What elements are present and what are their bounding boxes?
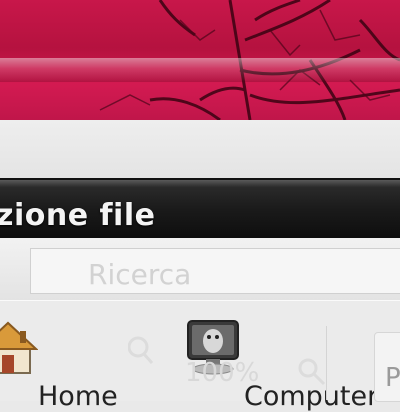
place-home[interactable]: Home <box>0 319 118 412</box>
window-title: zione file <box>0 198 156 233</box>
place-label-extra: P <box>385 363 400 393</box>
desktop-gap <box>0 120 400 178</box>
search-input[interactable] <box>86 259 390 289</box>
desktop-wallpaper <box>0 0 400 120</box>
home-icon <box>0 321 39 374</box>
window-titlebar[interactable]: zione file <box>0 178 400 240</box>
search-box[interactable] <box>30 248 400 294</box>
place-label-home: Home <box>38 381 118 412</box>
places-divider <box>326 326 328 400</box>
zoom-level: 100% <box>185 358 260 388</box>
reflection-band <box>0 58 400 82</box>
zoom-in-icon[interactable] <box>296 356 326 386</box>
place-extra[interactable]: P <box>374 332 400 402</box>
toolbar <box>0 238 400 301</box>
